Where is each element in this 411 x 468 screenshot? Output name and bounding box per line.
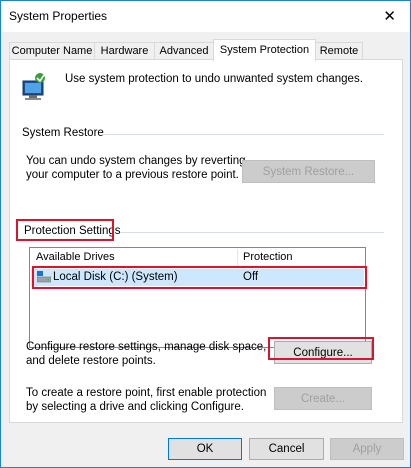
system-restore-group-label: System Restore: [22, 127, 104, 139]
system-restore-button[interactable]: System Restore...: [242, 160, 375, 183]
protection-settings-group-label: Protection Settings: [24, 225, 121, 237]
drive-protection-status: Off: [243, 271, 259, 283]
apply-button[interactable]: Apply: [330, 438, 404, 460]
title-bar: System Properties ✕: [1, 1, 410, 32]
intro-text: Use system protection to undo unwanted s…: [65, 73, 363, 85]
drives-list[interactable]: Available Drives Protection Local Disk (…: [29, 247, 366, 348]
tab-hardware[interactable]: Hardware: [94, 42, 155, 60]
ok-button[interactable]: OK: [168, 438, 242, 460]
system-restore-description: You can undo system changes by reverting…: [26, 155, 246, 181]
drive-name: Local Disk (C:) (System): [53, 271, 178, 283]
create-button[interactable]: Create...: [274, 387, 372, 410]
disk-drive-icon: [36, 271, 52, 283]
cancel-button[interactable]: Cancel: [249, 438, 324, 460]
system-protection-page: Use system protection to undo unwanted s…: [9, 59, 403, 423]
window-title: System Properties: [9, 9, 108, 23]
configure-button[interactable]: Configure...: [274, 341, 372, 364]
tab-advanced[interactable]: Advanced: [154, 42, 214, 60]
system-properties-window: System Properties ✕ Computer Name Hardwa…: [0, 0, 411, 468]
column-header-protection[interactable]: Protection: [237, 248, 365, 267]
tab-system-protection[interactable]: System Protection: [213, 39, 316, 61]
tab-computer-name[interactable]: Computer Name: [9, 42, 95, 60]
tab-strip: Computer Name Hardware Advanced System P…: [9, 39, 403, 61]
protection-settings-divider: [120, 232, 384, 233]
close-icon[interactable]: ✕: [383, 7, 396, 25]
create-description: To create a restore point, first enable …: [26, 387, 267, 413]
system-restore-divider: [102, 134, 384, 135]
tab-remote[interactable]: Remote: [315, 42, 363, 60]
configure-description: Configure restore settings, manage disk …: [26, 341, 267, 367]
column-header-available-drives[interactable]: Available Drives: [30, 248, 236, 267]
system-protection-icon: [17, 70, 51, 104]
drive-row[interactable]: Local Disk (C:) (System) Off: [31, 269, 364, 286]
